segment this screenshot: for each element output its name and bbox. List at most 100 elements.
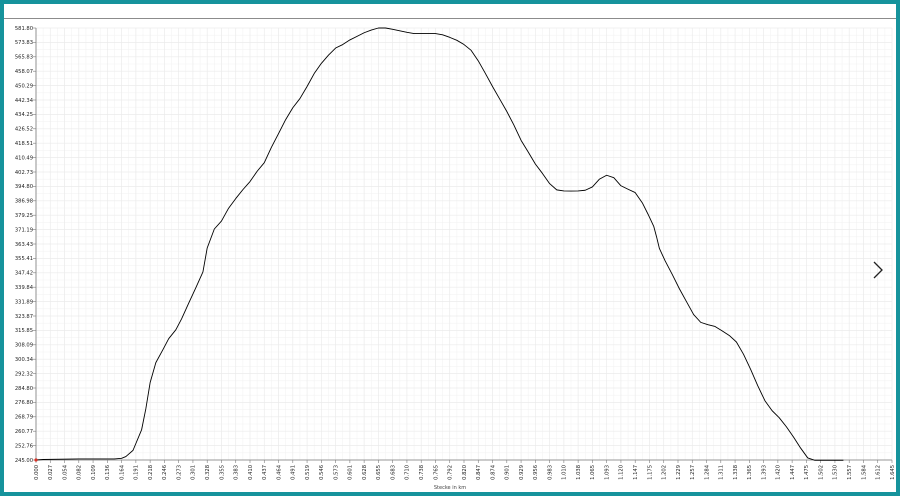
x-tick-label: 1.229 bbox=[676, 465, 682, 480]
y-tick-label: 245.00 bbox=[15, 458, 33, 464]
y-tick-label: 418.51 bbox=[15, 141, 33, 147]
x-tick-label: 1.175 bbox=[647, 465, 653, 480]
start-point-marker bbox=[34, 458, 38, 462]
x-tick-label: 0.983 bbox=[547, 465, 553, 480]
x-tick-label: 0.710 bbox=[405, 465, 411, 480]
y-tick-label: 315.85 bbox=[15, 328, 33, 334]
x-tick-label: 0.765 bbox=[433, 465, 439, 480]
y-tick-label: 442.34 bbox=[15, 98, 34, 104]
elevation-chart: 245.00 252.76 260.77 268.79 276.80 284.80 292.… bbox=[15, 4, 896, 480]
x-tick-label: 0.246 bbox=[162, 465, 168, 480]
x-tick-label: 0.273 bbox=[176, 465, 182, 480]
x-tick-label: 0.136 bbox=[105, 465, 111, 480]
x-tick-label: 0.573 bbox=[333, 465, 339, 480]
x-tick-label: 1.530 bbox=[833, 465, 839, 480]
x-tick-label: 0.437 bbox=[262, 465, 268, 480]
x-tick-label: 1.010 bbox=[562, 465, 568, 480]
y-tick-label: 450.29 bbox=[15, 83, 33, 89]
data-point bbox=[878, 4, 879, 5]
x-tick-label: 1.393 bbox=[761, 465, 767, 480]
x-tick-label: 0.301 bbox=[191, 465, 197, 480]
y-tick-label: 308.09 bbox=[15, 343, 33, 349]
y-tick-label: 347.42 bbox=[15, 271, 33, 277]
x-tick-label: 0.847 bbox=[476, 465, 482, 480]
x-tick-label: 0.683 bbox=[390, 465, 396, 480]
x-tick-label: 0.464 bbox=[276, 464, 282, 480]
x-tick-label: 0.519 bbox=[305, 465, 311, 480]
x-tick-label: 1.120 bbox=[619, 465, 625, 480]
y-tick-label: 386.98 bbox=[15, 199, 33, 205]
x-axis-title: Stecke in km bbox=[433, 485, 467, 491]
x-tick-label: 1.365 bbox=[747, 465, 753, 480]
x-tick-label: 1.475 bbox=[804, 465, 810, 480]
y-tick-label: 355.41 bbox=[15, 256, 33, 262]
x-tick-label: 0.082 bbox=[77, 465, 83, 480]
x-tick-label: 1.284 bbox=[704, 464, 710, 480]
x-tick-label: 0.792 bbox=[448, 465, 454, 480]
x-tick-label: 0.410 bbox=[248, 465, 254, 480]
y-tick-label: 252.76 bbox=[15, 443, 33, 449]
x-tick-label: 1.093 bbox=[604, 465, 610, 480]
x-tick-label: 1.645 bbox=[890, 465, 896, 480]
y-tick-label: 331.89 bbox=[15, 299, 33, 305]
x-tick-label: 0.901 bbox=[505, 465, 511, 480]
x-tick-label: 0.164 bbox=[119, 464, 125, 480]
y-tick-label: 426.52 bbox=[15, 127, 33, 133]
x-tick-label: 1.584 bbox=[861, 464, 867, 480]
y-tick-label: 339.84 bbox=[15, 285, 34, 291]
x-tick-label: 0.546 bbox=[319, 465, 325, 480]
y-tick-label: 292.32 bbox=[15, 371, 33, 377]
y-tick-label: 276.80 bbox=[15, 400, 33, 406]
y-tick-label: 565.83 bbox=[15, 55, 33, 61]
x-tick-label: 0.820 bbox=[462, 465, 468, 480]
x-tick-label: 1.147 bbox=[633, 465, 639, 480]
x-tick-label: 0.218 bbox=[148, 465, 154, 480]
x-tick-label: 1.038 bbox=[576, 465, 582, 480]
x-tick-label: 0.383 bbox=[234, 465, 240, 480]
data-point bbox=[857, 4, 858, 5]
data-point bbox=[864, 4, 865, 5]
y-tick-label: 363.43 bbox=[15, 242, 33, 248]
x-tick-label: 0.601 bbox=[348, 465, 354, 480]
x-tick-label: 1.065 bbox=[590, 465, 596, 480]
y-tick-label: 300.34 bbox=[15, 357, 34, 363]
y-tick-label: 410.49 bbox=[15, 155, 33, 161]
chevron-right-icon[interactable] bbox=[866, 256, 890, 284]
chart-panel: 245.00 252.76 260.77 268.79 276.80 284.80 292.… bbox=[4, 4, 896, 492]
y-tick-label: 323.87 bbox=[15, 314, 33, 320]
y-tick-label: 284.80 bbox=[15, 386, 33, 392]
x-tick-labels: 0.000 0.027 0.054 0.082 0.109 0.136 0.164 0.191… bbox=[34, 464, 896, 480]
x-tick-label: 0.054 bbox=[62, 464, 68, 480]
data-point bbox=[850, 4, 851, 5]
x-tick-label: 1.447 bbox=[790, 465, 796, 480]
y-tick-label: 402.73 bbox=[15, 170, 33, 176]
x-tick-label: 1.557 bbox=[847, 465, 853, 480]
x-tick-label: 1.257 bbox=[690, 465, 696, 480]
x-tick-label: 1.311 bbox=[719, 465, 725, 480]
y-tick-label: 434.25 bbox=[15, 112, 33, 118]
y-tick-label: 581.80 bbox=[15, 26, 33, 32]
x-tick-label: 0.628 bbox=[362, 465, 368, 480]
x-tick-label: 0.956 bbox=[533, 465, 539, 480]
x-tick-label: 1.338 bbox=[733, 465, 739, 480]
x-tick-label: 0.355 bbox=[219, 465, 225, 480]
x-tick-label: 1.202 bbox=[662, 465, 668, 480]
x-tick-label: 0.109 bbox=[91, 465, 97, 480]
y-tick-label: 268.79 bbox=[15, 415, 33, 421]
data-point bbox=[891, 4, 892, 5]
x-tick-label: 0.491 bbox=[291, 465, 297, 480]
x-tick-label: 0.655 bbox=[376, 465, 382, 480]
y-tick-label: 573.83 bbox=[15, 40, 33, 46]
x-tick-label: 0.738 bbox=[419, 465, 425, 480]
x-tick-label: 1.420 bbox=[776, 465, 782, 480]
y-tick-label: 394.80 bbox=[15, 184, 33, 190]
y-tick-label: 458.07 bbox=[15, 69, 33, 75]
x-tick-label: 0.328 bbox=[205, 465, 211, 480]
x-tick-label: 0.929 bbox=[519, 465, 525, 480]
y-tick-label: 371.19 bbox=[15, 227, 33, 233]
y-tick-label: 260.77 bbox=[15, 429, 33, 435]
x-tick-label: 0.000 bbox=[34, 465, 40, 480]
x-tick-label: 0.191 bbox=[134, 465, 140, 480]
x-tick-label: 1.612 bbox=[876, 465, 882, 480]
x-tick-label: 0.874 bbox=[490, 464, 496, 480]
